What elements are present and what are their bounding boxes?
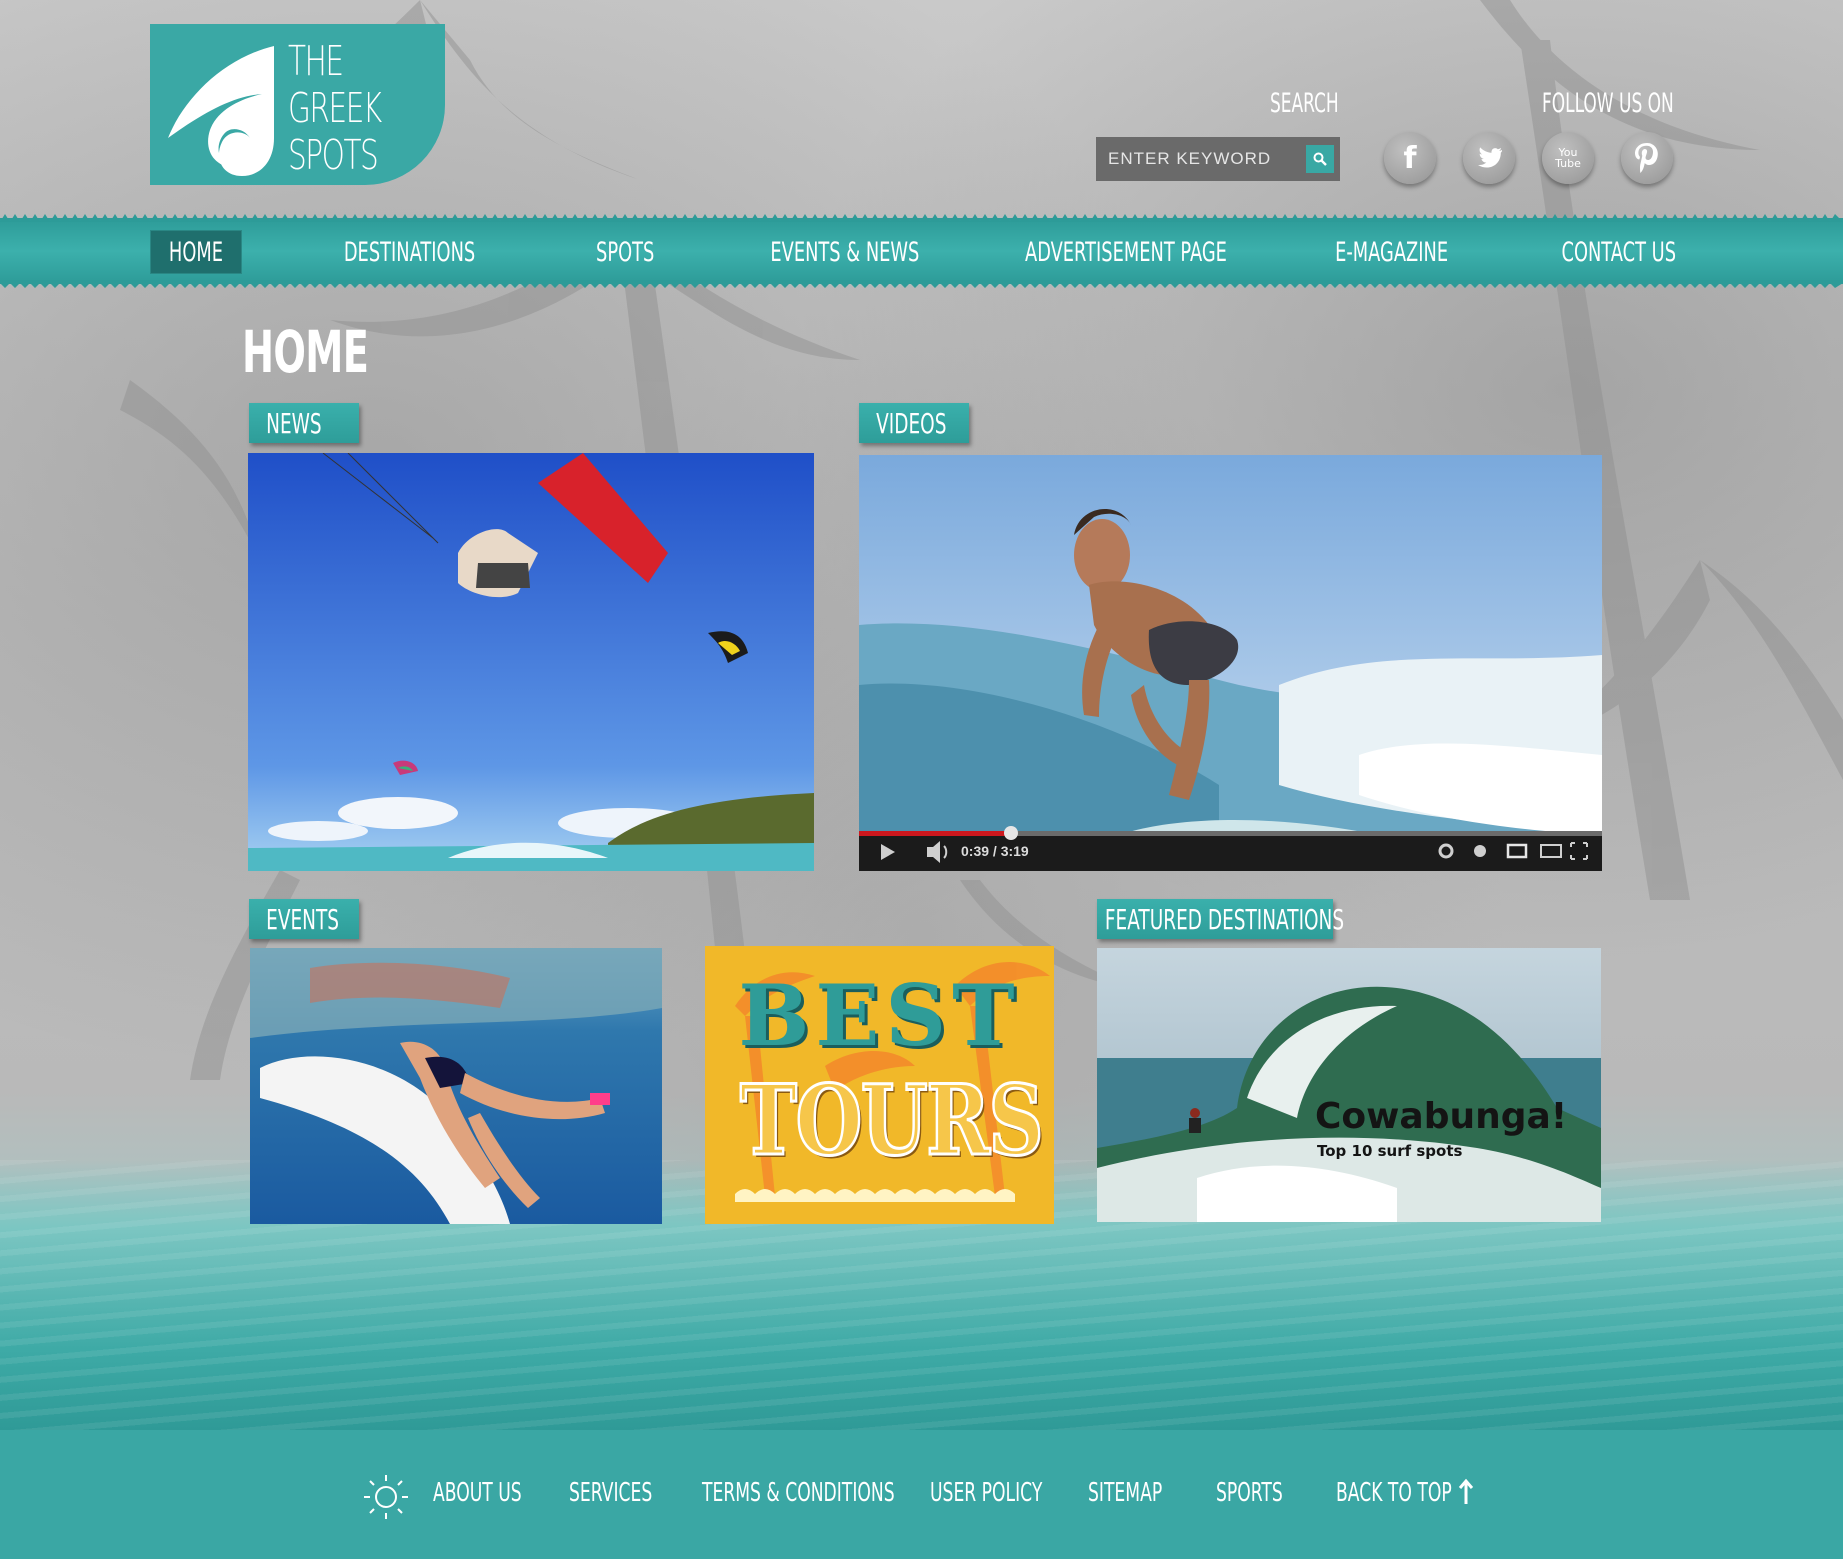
events-image[interactable]	[250, 948, 662, 1224]
facebook-icon: f	[1403, 140, 1417, 176]
search-field[interactable]	[1096, 137, 1340, 181]
nav-spots[interactable]: SPOTS	[580, 230, 670, 274]
sun-icon	[364, 1475, 408, 1519]
wave-logo-icon	[168, 46, 274, 176]
youtube-icon: You Tube	[1555, 146, 1581, 170]
search-label: SEARCH	[1270, 88, 1339, 119]
news-image[interactable]	[248, 453, 814, 871]
footer-services[interactable]: SERVICES	[569, 1478, 695, 1508]
wave-photo	[1097, 948, 1601, 1222]
featured-image[interactable]: Cowabunga! Top 10 surf spots	[1097, 948, 1601, 1222]
search-icon	[1313, 152, 1327, 166]
video-player[interactable]: 0:39 / 3:19	[859, 455, 1602, 871]
twitter-button[interactable]	[1463, 132, 1515, 184]
nav-zigzag-top	[0, 214, 1843, 222]
twitter-icon	[1478, 147, 1503, 168]
ad-line-best: BEST	[738, 966, 1021, 1065]
nav-advertisement[interactable]: ADVERTISEMENT PAGE	[1018, 230, 1234, 274]
videos-heading[interactable]: VIDEOS	[859, 403, 969, 443]
nav-events-news[interactable]: EVENTS & NEWS	[760, 230, 930, 274]
footer-about-us[interactable]: ABOUT US	[433, 1478, 567, 1508]
nav-destinations[interactable]: DESTINATIONS	[330, 230, 490, 274]
nav-emagazine[interactable]: E-MAGAZINE	[1320, 230, 1464, 274]
ad-line-tours: TOURS	[739, 1063, 1045, 1179]
video-timestamp: 0:39 / 3:19	[961, 843, 1029, 859]
site-logo[interactable]: THE GREEK SPOTS	[150, 24, 445, 185]
footer-sitemap[interactable]: SITEMAP	[1088, 1478, 1200, 1508]
site-footer: ABOUT US SERVICES TERMS & CONDITIONS USE…	[0, 1430, 1843, 1559]
youtube-button[interactable]: You Tube	[1542, 132, 1594, 184]
search-button[interactable]	[1306, 145, 1334, 173]
page-title: HOME	[242, 318, 369, 386]
featured-title: Cowabunga!	[1315, 1096, 1568, 1137]
follow-us-label: FOLLOW US ON	[1542, 88, 1674, 119]
best-tours-ad[interactable]: BEST TOURS	[705, 946, 1054, 1224]
search-input[interactable]	[1096, 149, 1301, 169]
events-heading[interactable]: EVENTS	[249, 899, 359, 939]
nav-contact[interactable]: CONTACT US	[1550, 230, 1688, 274]
footer-back-to-top[interactable]: BACK TO TOP	[1336, 1478, 1511, 1508]
facebook-button[interactable]: f	[1384, 132, 1436, 184]
featured-destinations-heading[interactable]: FEATURED DESTINATIONS	[1097, 899, 1344, 939]
featured-subtitle: Top 10 surf spots	[1317, 1142, 1463, 1160]
kitesurfer-photo	[248, 453, 814, 871]
logo-text: THE GREEK SPOTS	[288, 37, 382, 179]
arrow-up-icon[interactable]	[1458, 1478, 1474, 1506]
nav-home[interactable]: HOME	[150, 230, 242, 274]
pinterest-button[interactable]	[1621, 132, 1673, 184]
surfer-video-frame	[859, 455, 1602, 871]
footer-user-policy[interactable]: USER POLICY	[930, 1478, 1100, 1508]
news-heading[interactable]: NEWS	[249, 403, 359, 443]
underwater-surfer-photo	[250, 948, 662, 1224]
main-nav: HOME DESTINATIONS SPOTS EVENTS & NEWS AD…	[0, 214, 1843, 288]
pinterest-icon	[1635, 143, 1658, 173]
nav-zigzag-bottom	[0, 280, 1843, 288]
footer-sports[interactable]: SPORTS	[1216, 1478, 1317, 1508]
